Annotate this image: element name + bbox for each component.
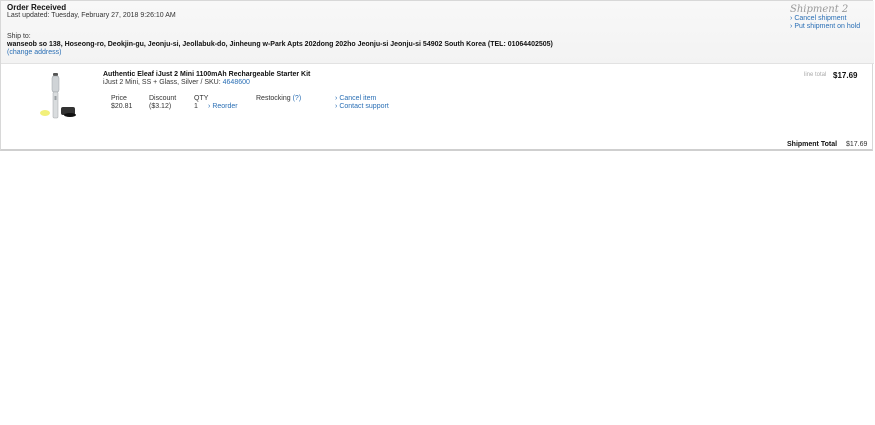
shipment-total-value: $17.69	[846, 141, 868, 148]
arrow-right-icon: ›	[335, 103, 338, 110]
vape-kit-image	[40, 73, 76, 119]
order-header: Order Received Last updated: Tuesday, Fe…	[1, 1, 874, 64]
discount-value: ($3.12)	[149, 103, 172, 110]
variant-text: iJust 2 Mini, SS + Glass, Silver / SKU:	[103, 79, 221, 86]
shipping-address: wanseob so 138, Hoseong-ro, Deokjin-gu, …	[7, 41, 553, 48]
qty-label: QTY	[194, 95, 209, 102]
product-variant: iJust 2 Mini, SS + Glass, Silver / SKU: …	[103, 79, 250, 86]
arrow-right-icon: ›	[208, 103, 211, 110]
hold-shipment-label[interactable]: Put shipment on hold	[794, 23, 860, 30]
product-image[interactable]	[36, 71, 86, 121]
line-total-value: $17.69	[833, 71, 858, 80]
change-address-link[interactable]: (change address)	[7, 49, 61, 56]
order-status: Order Received	[7, 3, 67, 12]
reorder-link[interactable]: › Reorder	[208, 103, 238, 110]
arrow-right-icon: ›	[790, 23, 793, 30]
price-label: Price	[111, 95, 127, 102]
restocking-text: Restocking	[256, 95, 291, 102]
sku-link[interactable]: 4648600	[223, 79, 250, 86]
restocking-label: Restocking (?)	[256, 95, 301, 102]
contact-support-label[interactable]: Contact support	[339, 103, 388, 110]
cancel-shipment-link[interactable]: › Cancel shipment	[790, 15, 846, 22]
product-name[interactable]: Authentic Eleaf iJust 2 Mini 1100mAh Rec…	[103, 71, 310, 78]
last-updated: Last updated: Tuesday, February 27, 2018…	[7, 12, 176, 19]
price-value: $20.81	[111, 103, 133, 110]
shipment-title: Shipment 2	[790, 4, 849, 15]
arrow-right-icon: ›	[335, 95, 338, 102]
shipment-total-label: Shipment Total	[787, 141, 838, 148]
cancel-item-link[interactable]: › Cancel item	[335, 95, 376, 102]
contact-support-link[interactable]: › Contact support	[335, 103, 389, 110]
shipment-card: Order Received Last updated: Tuesday, Fe…	[0, 0, 874, 151]
reorder-label[interactable]: Reorder	[212, 103, 237, 110]
qty-value: 1	[194, 103, 198, 110]
arrow-right-icon: ›	[790, 15, 793, 22]
cancel-shipment-label[interactable]: Cancel shipment	[794, 15, 846, 22]
discount-label: Discount	[149, 95, 177, 102]
restocking-help-link[interactable]: (?)	[293, 95, 302, 102]
hold-shipment-link[interactable]: › Put shipment on hold	[790, 23, 860, 30]
ship-to-label: Ship to:	[7, 33, 31, 40]
line-total-label: line total	[804, 72, 827, 78]
cancel-item-label[interactable]: Cancel item	[339, 95, 376, 102]
